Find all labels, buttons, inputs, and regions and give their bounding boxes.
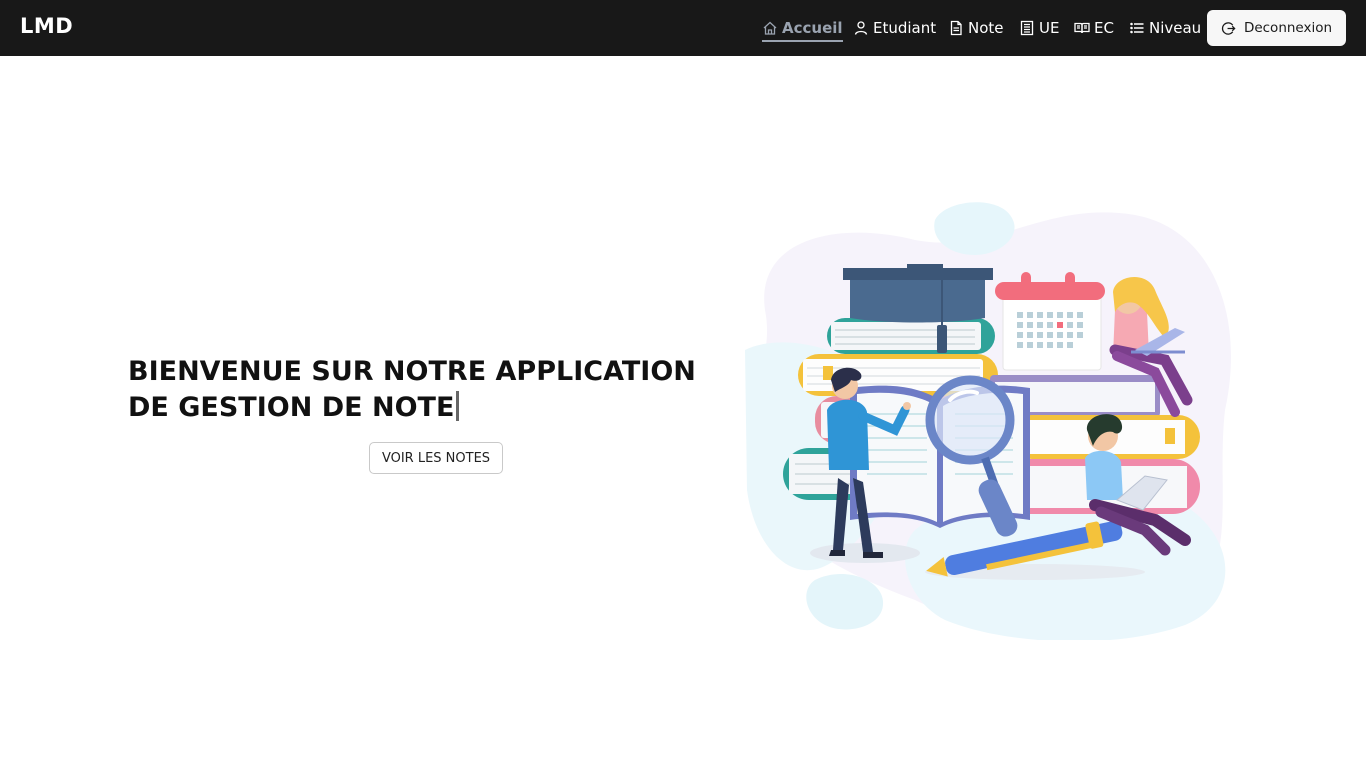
brand-logo[interactable]: LMD bbox=[20, 14, 73, 38]
home-icon bbox=[763, 21, 777, 35]
nav-item-ue[interactable]: UE bbox=[1019, 0, 1059, 56]
nav-item-note[interactable]: Note bbox=[948, 0, 1004, 56]
nav-label-accueil: Accueil bbox=[782, 19, 843, 37]
top-navbar: LMD Accueil Etudiant Note UE EC Niveau D… bbox=[0, 0, 1366, 56]
document-icon bbox=[950, 20, 962, 36]
view-notes-button[interactable]: VOIR LES NOTES bbox=[369, 442, 503, 474]
list-icon bbox=[1130, 22, 1144, 34]
book-open-icon bbox=[1074, 22, 1090, 34]
nav-item-etudiant[interactable]: Etudiant bbox=[853, 0, 936, 56]
nav-label-ue: UE bbox=[1039, 19, 1060, 37]
logout-label: Deconnexion bbox=[1243, 20, 1333, 36]
nav-item-ec[interactable]: EC bbox=[1074, 0, 1114, 56]
building-icon bbox=[1020, 20, 1034, 36]
typing-caret bbox=[456, 391, 460, 421]
hero-title-text: BIENVENUE SUR NOTRE APPLICATION DE GESTI… bbox=[128, 356, 696, 423]
nav-item-accueil[interactable]: Accueil bbox=[762, 0, 843, 56]
active-underline bbox=[762, 40, 843, 42]
nav-label-note: Note bbox=[968, 19, 1004, 37]
education-illustration bbox=[745, 202, 1231, 640]
hero-title: BIENVENUE SUR NOTRE APPLICATION DE GESTI… bbox=[128, 354, 728, 426]
nav-label-ec: EC bbox=[1094, 19, 1114, 37]
nav-label-etudiant: Etudiant bbox=[873, 19, 937, 37]
user-icon bbox=[854, 21, 868, 35]
logout-button[interactable]: Deconnexion bbox=[1207, 10, 1346, 46]
nav-item-niveau[interactable]: Niveau bbox=[1129, 0, 1201, 56]
logout-icon bbox=[1221, 21, 1236, 35]
nav-label-niveau: Niveau bbox=[1149, 19, 1202, 37]
